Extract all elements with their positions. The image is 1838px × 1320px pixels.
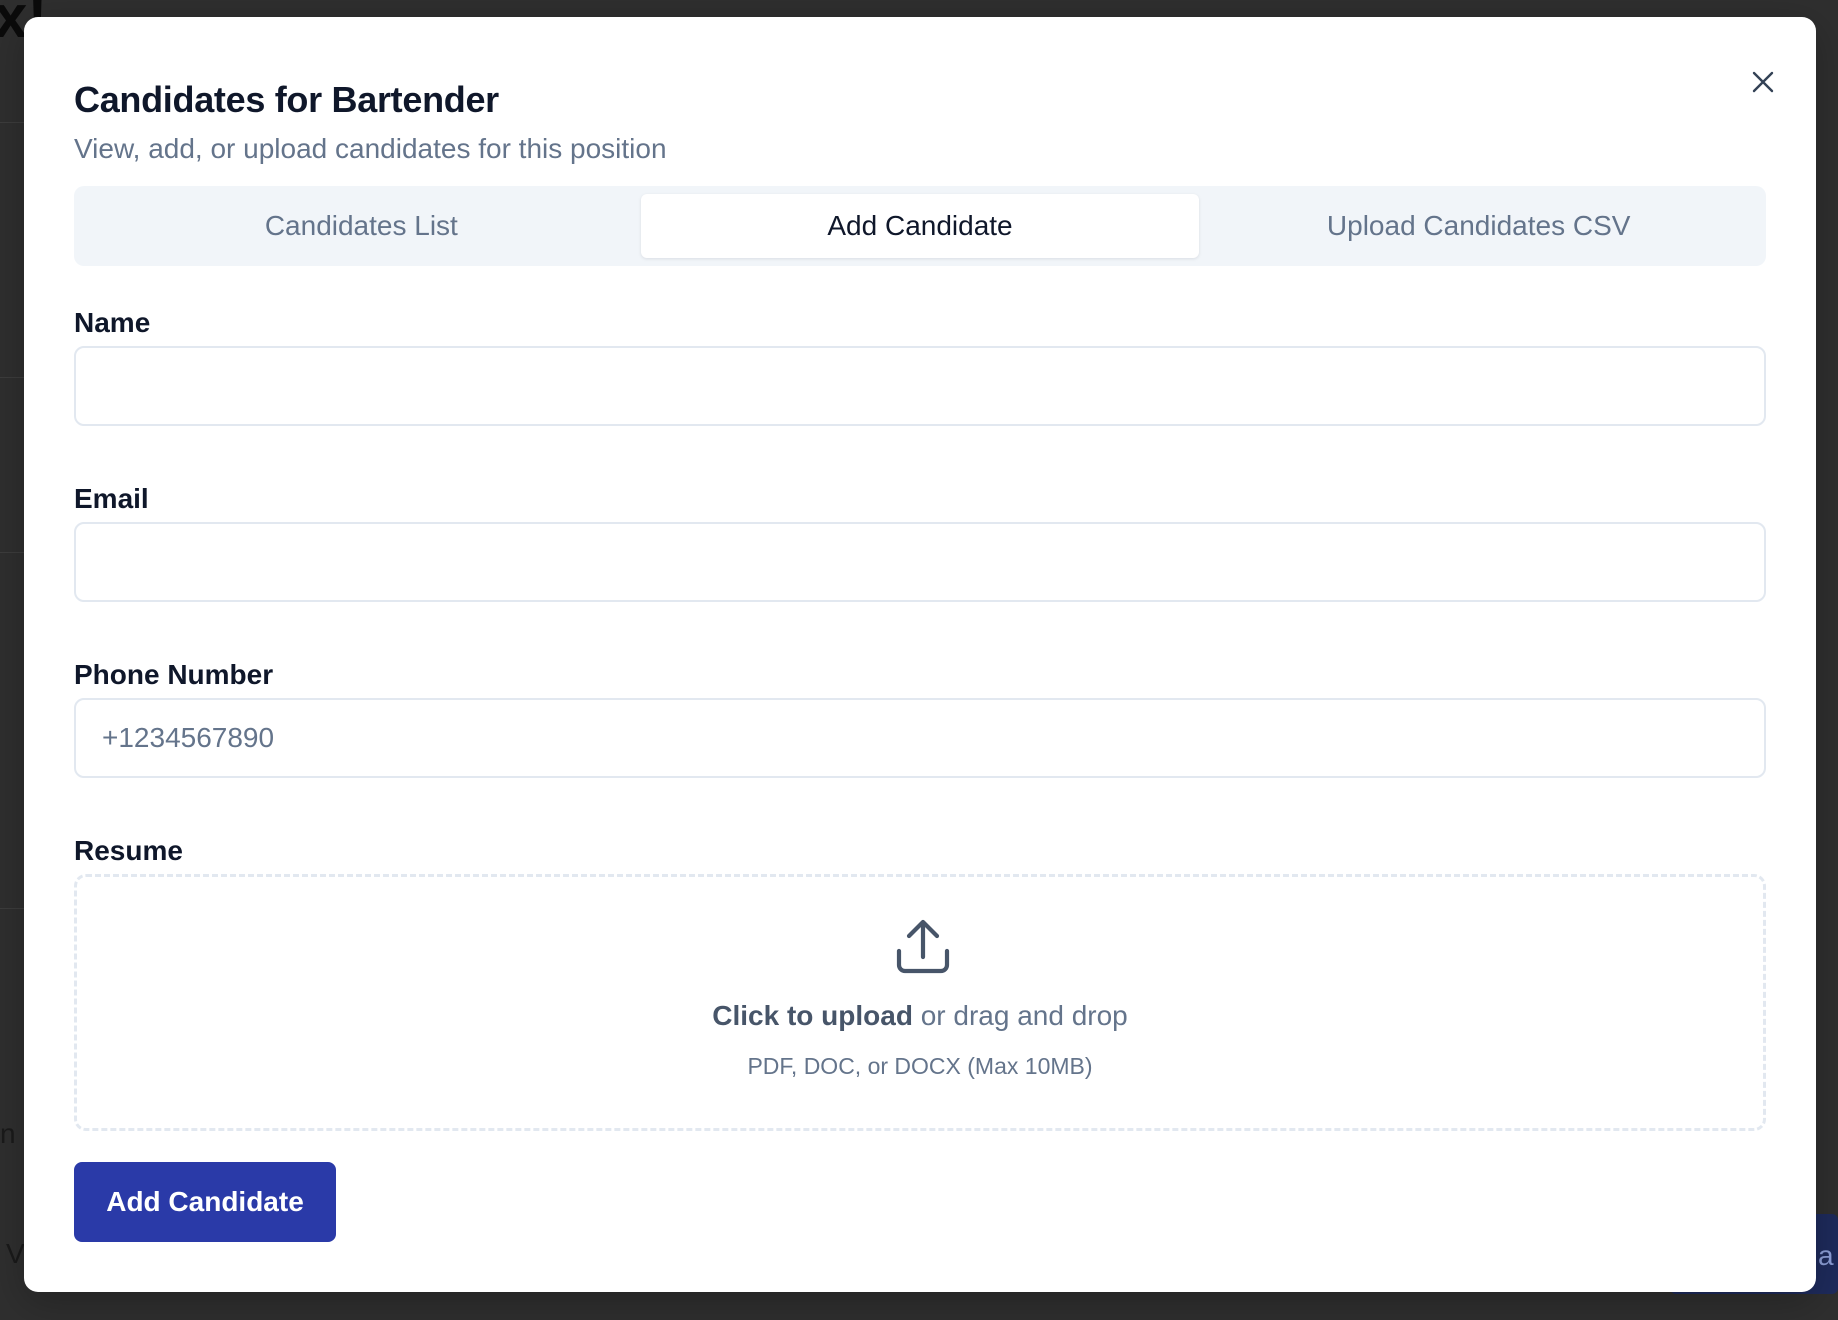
background-divider	[0, 122, 24, 123]
drag-and-drop-text: or drag and drop	[912, 1000, 1128, 1031]
phone-number-field[interactable]	[74, 698, 1766, 778]
resume-dropzone[interactable]: Click to upload or drag and drop PDF, DO…	[74, 874, 1766, 1131]
close-button[interactable]	[1746, 65, 1780, 99]
background-text-fragment: n	[0, 1118, 16, 1149]
name-label: Name	[74, 307, 151, 338]
candidates-dialog: Candidates for Bartender View, add, or u…	[24, 17, 1816, 1292]
close-icon	[1752, 71, 1774, 93]
background-button-label: a	[1818, 1240, 1834, 1271]
background-divider	[0, 377, 24, 378]
upload-icon	[896, 919, 950, 974]
email-field[interactable]	[74, 522, 1766, 602]
name-field[interactable]	[74, 346, 1766, 426]
background-divider	[0, 908, 24, 909]
dialog-title: Candidates for Bartender	[74, 79, 499, 120]
email-label: Email	[74, 483, 149, 514]
add-candidate-button[interactable]: Add Candidate	[74, 1162, 336, 1242]
dropzone-instructions: Click to upload or drag and drop	[77, 1000, 1763, 1032]
file-type-hint: PDF, DOC, or DOCX (Max 10MB)	[747, 1053, 1093, 1079]
tab-add-candidate[interactable]: Add Candidate	[640, 194, 1200, 258]
tab-upload-candidates-csv[interactable]: Upload Candidates CSV	[1199, 194, 1758, 258]
background-text-fragment: V	[6, 1238, 25, 1269]
tab-candidates-list[interactable]: Candidates List	[82, 194, 641, 258]
dialog-subtitle: View, add, or upload candidates for this…	[74, 133, 667, 164]
phone-number-label: Phone Number	[74, 659, 274, 690]
tab-bar: Candidates List Add Candidate Upload Can…	[74, 186, 1766, 266]
resume-label: Resume	[74, 835, 183, 866]
background-divider	[0, 552, 24, 553]
click-to-upload-link[interactable]: Click to upload	[712, 1000, 913, 1031]
